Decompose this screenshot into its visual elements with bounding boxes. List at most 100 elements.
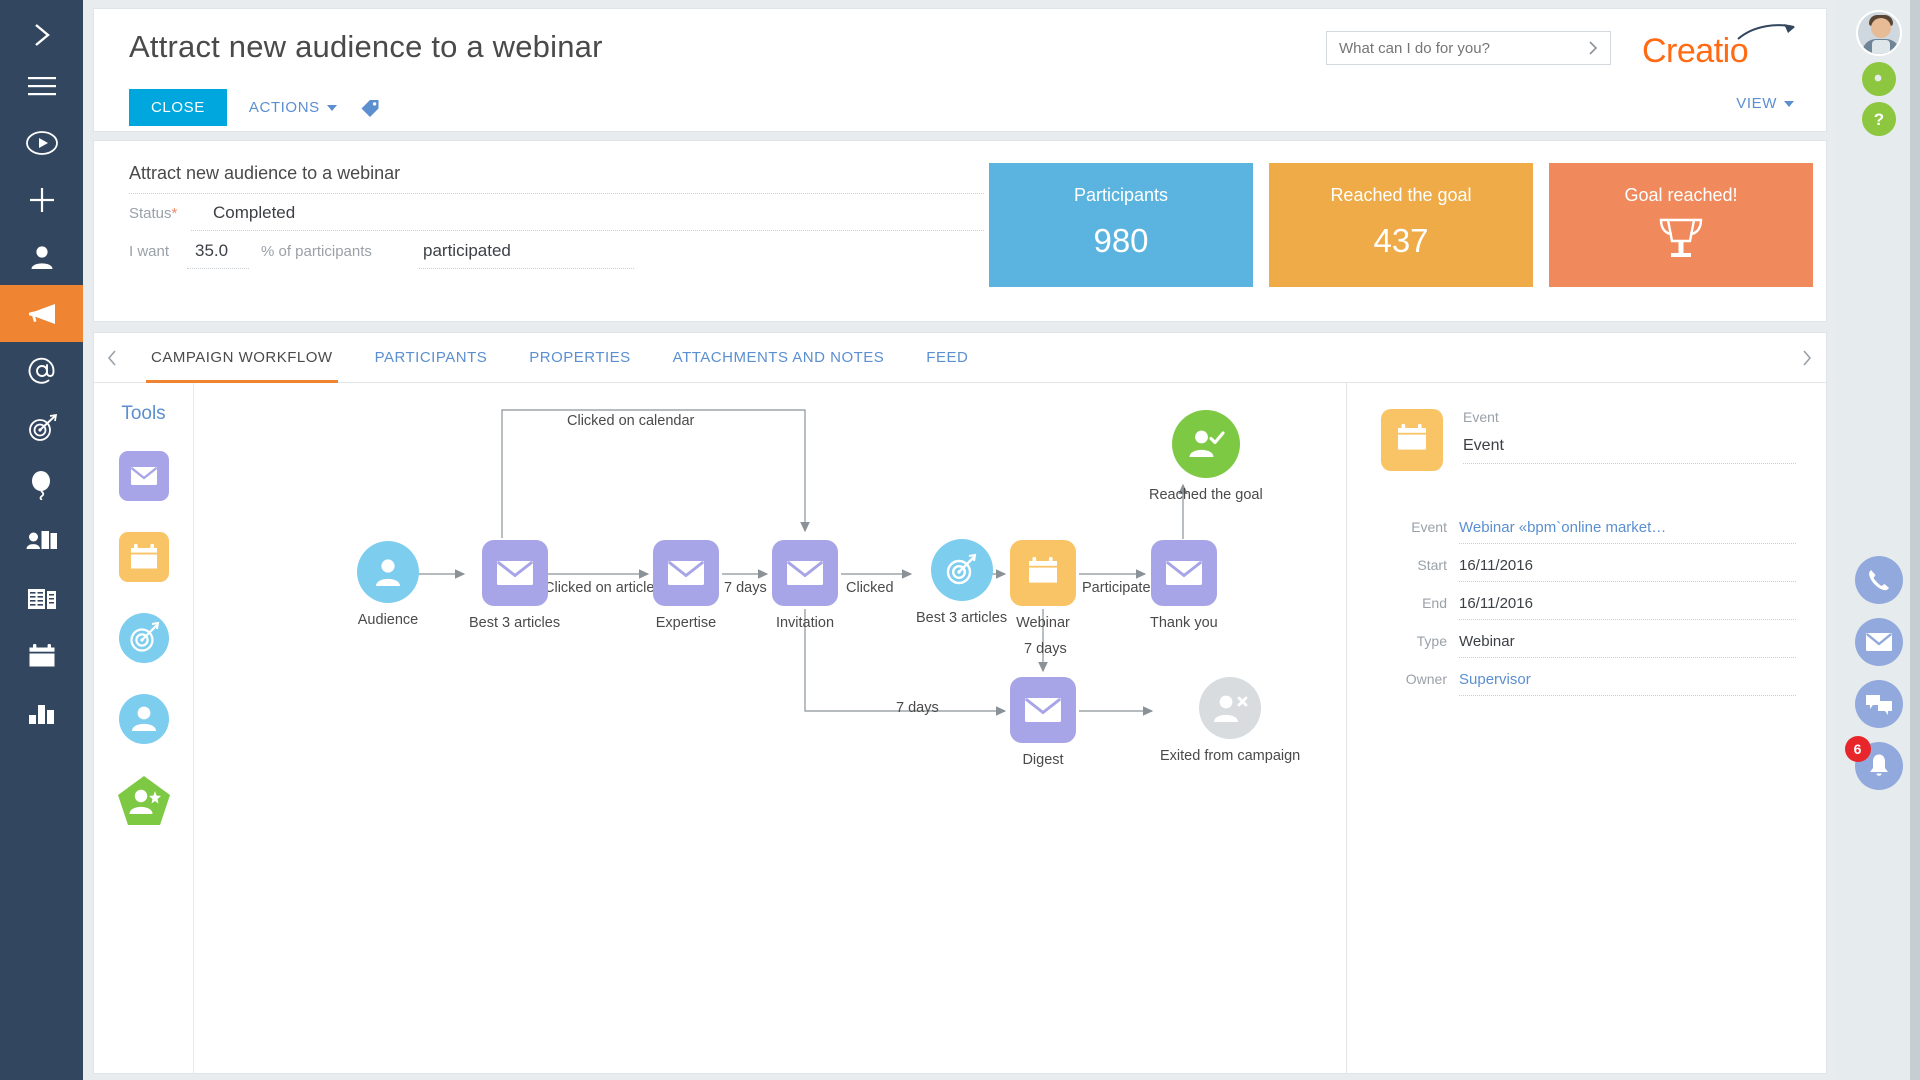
required-asterisk: * xyxy=(171,205,178,222)
edge-label-7-days-invitation: 7 days xyxy=(724,580,767,596)
status-value[interactable]: Completed xyxy=(191,203,984,231)
tool-audience-element[interactable] xyxy=(118,694,169,749)
tile-value: 980 xyxy=(1093,222,1149,259)
envelope-icon xyxy=(787,560,823,585)
sidebar-item-targets[interactable] xyxy=(0,399,83,456)
workflow-node-best-3-articles-email[interactable]: Best 3 articles xyxy=(469,540,560,631)
workflow-node-expertise[interactable]: Expertise xyxy=(653,540,719,631)
workflow-node-thank-you[interactable]: Thank you xyxy=(1150,540,1218,631)
avatar-head xyxy=(1870,18,1891,38)
panel-header: Event Event xyxy=(1381,409,1796,471)
campaign-name-field[interactable]: Attract new audience to a webinar xyxy=(129,163,984,194)
view-button[interactable]: VIEW xyxy=(1736,95,1794,112)
audience-element-icon xyxy=(357,541,419,603)
close-button[interactable]: CLOSE xyxy=(129,89,227,126)
leads-list-icon xyxy=(26,530,57,549)
tile-goal-reached[interactable]: Goal reached! xyxy=(1549,163,1813,287)
phone-call-icon xyxy=(1868,570,1889,591)
tile-participants[interactable]: Participants 980 xyxy=(989,163,1253,287)
goal-percent-input[interactable]: 35.0 xyxy=(187,241,249,269)
sidebar-item-expand[interactable] xyxy=(0,0,83,57)
sidebar-item-leads[interactable] xyxy=(0,513,83,570)
sidebar-item-contacts[interactable] xyxy=(0,228,83,285)
tool-email-element[interactable] xyxy=(118,451,169,506)
panel-field-label: Event xyxy=(1463,409,1499,425)
tools-palette: Tools xyxy=(94,383,194,1074)
tab-feed[interactable]: FEED xyxy=(905,333,989,383)
row-label: Owner xyxy=(1405,671,1447,687)
tabs-scroll-right-button[interactable] xyxy=(1800,333,1814,383)
phone-call-button[interactable] xyxy=(1854,556,1903,604)
chevron-right-icon xyxy=(1803,350,1812,366)
email-button[interactable] xyxy=(1854,618,1903,666)
node-label: Reached the goal xyxy=(1149,487,1263,503)
sidebar-item-menu[interactable] xyxy=(0,57,83,114)
right-rail-top: ? xyxy=(1837,0,1920,136)
sidebar-item-calendar[interactable] xyxy=(0,627,83,684)
sidebar-item-run-process[interactable] xyxy=(0,114,83,171)
hamburger-menu-icon xyxy=(27,76,56,95)
contact-person-icon xyxy=(31,245,52,269)
workflow-node-audience[interactable]: Audience xyxy=(357,541,419,628)
chevron-right-icon xyxy=(34,23,50,46)
goal-middle-label: % of participants xyxy=(261,243,372,260)
goal-action-value[interactable]: participated xyxy=(419,241,634,269)
sidebar-item-events[interactable] xyxy=(0,456,83,513)
chevron-down-icon xyxy=(326,104,337,111)
tab-attachments-and-notes[interactable]: ATTACHMENTS AND NOTES xyxy=(652,333,906,383)
sidebar-item-email[interactable] xyxy=(0,342,83,399)
tab-bar: CAMPAIGN WORKFLOW PARTICIPANTS PROPERTIE… xyxy=(94,333,1826,383)
right-rail-communication-panel: 6 xyxy=(1837,556,1920,790)
row-value-owner[interactable]: Supervisor xyxy=(1459,671,1796,696)
tool-goal-element[interactable] xyxy=(117,775,171,832)
workflow-node-exited-from-campaign[interactable]: Exited from campaign xyxy=(1160,677,1300,764)
settings-button[interactable] xyxy=(1861,62,1896,96)
avatar[interactable] xyxy=(1855,10,1902,56)
row-label: Type xyxy=(1416,633,1447,649)
row-value-end[interactable]: 16/11/2016 xyxy=(1459,595,1796,620)
tool-target-element[interactable] xyxy=(118,613,169,668)
creatio-campaign-page: Attract new audience to a webinar CLOSE … xyxy=(0,0,1920,1080)
panel-row-end: End 16/11/2016 xyxy=(1381,595,1796,620)
sidebar-item-campaigns[interactable] xyxy=(0,285,83,342)
chevron-down-icon xyxy=(1784,100,1794,107)
workflow-node-best-3-articles-target[interactable]: Best 3 articles xyxy=(916,539,1007,626)
panel-field-value[interactable]: Event xyxy=(1463,437,1796,464)
sidebar-item-accounts[interactable] xyxy=(0,570,83,627)
workflow-node-digest[interactable]: Digest xyxy=(1010,677,1076,768)
campaign-workflow-canvas[interactable]: Clicked on calendar Clicked on article 7… xyxy=(194,383,1346,1074)
tabs-scroll-left-button[interactable] xyxy=(94,348,130,368)
tab-participants[interactable]: PARTICIPANTS xyxy=(354,333,509,383)
page-scrollbar[interactable] xyxy=(1910,0,1920,1080)
event-calendar-element-icon xyxy=(1010,540,1076,606)
workflow-node-webinar[interactable]: Webinar xyxy=(1010,540,1076,631)
row-value-start[interactable]: 16/11/2016 xyxy=(1459,557,1796,582)
workflow-node-invitation[interactable]: Invitation xyxy=(772,540,838,631)
tab-properties[interactable]: PROPERTIES xyxy=(508,333,651,383)
help-button[interactable]: ? xyxy=(1861,102,1896,136)
chat-button[interactable] xyxy=(1854,680,1903,728)
row-value-event[interactable]: Webinar «bpm`online market… xyxy=(1459,519,1796,544)
edge-label-clicked: Clicked xyxy=(846,580,894,596)
tile-reached-the-goal[interactable]: Reached the goal 437 xyxy=(1269,163,1533,287)
plus-add-icon xyxy=(29,187,54,212)
svg-text:?: ? xyxy=(1873,110,1883,129)
tag-button[interactable] xyxy=(359,97,381,119)
global-search[interactable] xyxy=(1326,31,1611,65)
actions-button[interactable]: ACTIONS xyxy=(249,99,337,116)
workflow-node-reached-the-goal[interactable]: Reached the goal xyxy=(1149,410,1263,503)
bell-notification-icon xyxy=(1869,754,1888,776)
play-run-process-icon xyxy=(25,130,58,155)
tool-event-element[interactable] xyxy=(118,532,169,587)
target-element-icon xyxy=(930,539,993,601)
tab-campaign-workflow[interactable]: CAMPAIGN WORKFLOW xyxy=(130,333,354,383)
edge-label-clicked-on-calendar: Clicked on calendar xyxy=(567,413,695,429)
sidebar-item-add[interactable] xyxy=(0,171,83,228)
notifications-button[interactable]: 6 xyxy=(1844,736,1903,790)
search-submit-button[interactable] xyxy=(1576,40,1610,56)
calendar-glyph-icon xyxy=(1398,424,1426,450)
row-value-type[interactable]: Webinar xyxy=(1459,633,1796,658)
search-input[interactable] xyxy=(1327,39,1576,57)
sidebar-item-dashboards[interactable] xyxy=(0,684,83,741)
panel-row-event: Event Webinar «bpm`online market… xyxy=(1381,519,1796,544)
